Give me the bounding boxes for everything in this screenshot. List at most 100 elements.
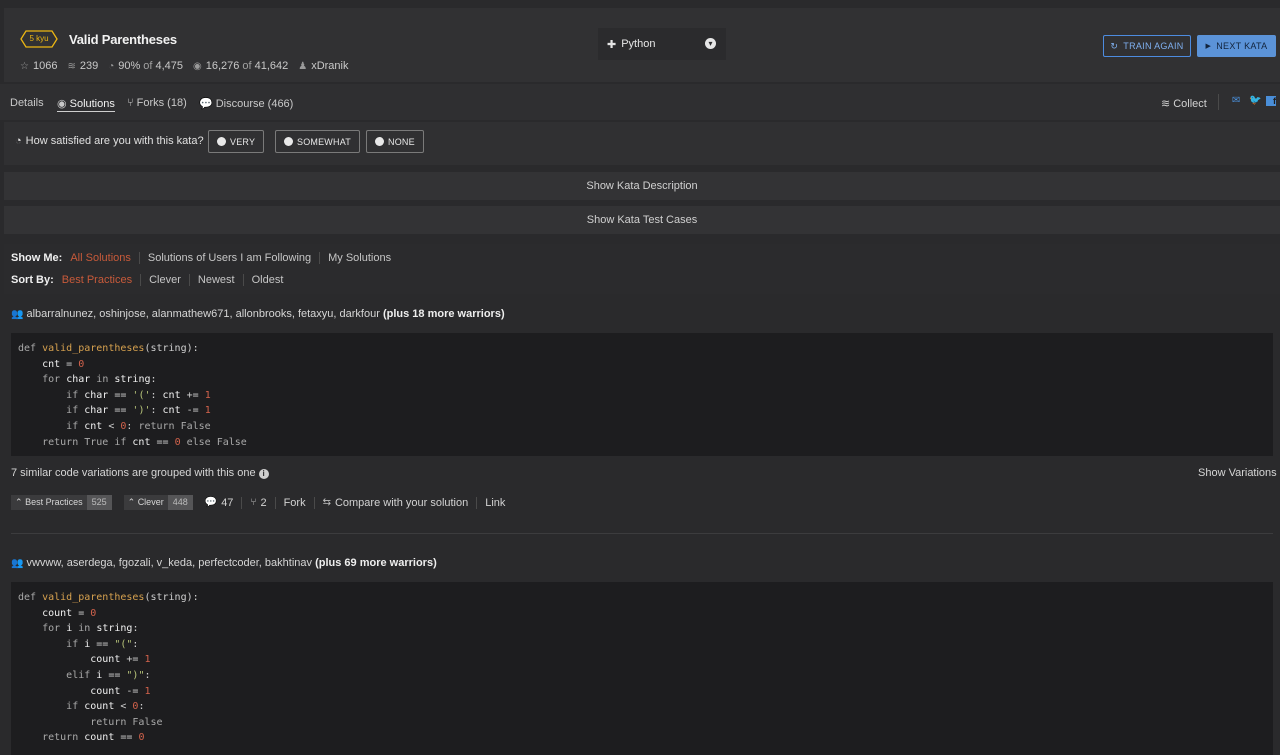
best-practices-count: 525 (86, 495, 112, 510)
sort-best-practices[interactable]: Best Practices (62, 274, 140, 286)
completion-stat: ◉ 16,276 of 41,642 (193, 60, 288, 72)
show-variations-link[interactable]: Show Variations (1198, 467, 1277, 479)
tab-solutions[interactable]: ◉ Solutions (57, 97, 115, 112)
language-select[interactable]: ✚ Python ▾ (598, 28, 726, 60)
of-label: of (143, 60, 153, 72)
kata-tabs: Details ◉ Solutions ⑂ Forks (18) 💬 Discours… (0, 84, 1280, 120)
collect-button[interactable]: ≋ Collect (1161, 97, 1207, 110)
forks-count: 2 (260, 496, 267, 509)
solution-filters: Show Me: All Solutions Solutions of User… (4, 244, 1280, 294)
collections-stat: ≋ 239 (67, 60, 98, 72)
fork-icon: ⑂ (127, 97, 134, 109)
compare-icon: ⇆ (322, 497, 331, 508)
kata-title[interactable]: Valid Parentheses (69, 32, 177, 47)
frown-icon (375, 137, 384, 146)
star-icon: ☆ (20, 60, 29, 72)
python-icon: ✚ (607, 38, 617, 51)
filter-my-solutions[interactable]: My Solutions (319, 252, 399, 264)
chevron-up-icon: ⌃ (127, 497, 136, 507)
author-stat: ♟ xDranik (298, 60, 348, 72)
solution-code: def valid_parentheses(string): count = 0… (11, 582, 1273, 755)
solution-authors: 👥 vwvww, aserdega, fgozali, v_keda, perfe… (11, 557, 437, 569)
of-label: of (242, 60, 252, 72)
clever-vote-button[interactable]: ⌃ Clever 448 (123, 495, 193, 510)
satisfaction-panel: ◔ How satisfied are you with this kata? V… (4, 122, 1280, 165)
similar-variations-note: 7 similar code variations are grouped wi… (11, 467, 269, 479)
target-icon: ◉ (193, 60, 202, 72)
play-icon: ▶ (1205, 43, 1212, 50)
vote-somewhat-label: SOMEWHAT (297, 136, 351, 147)
collect-label: Collect (1173, 98, 1207, 110)
comments-icon: 💬 (204, 497, 218, 508)
show-test-cases-bar[interactable]: Show Kata Test Cases (4, 206, 1280, 234)
tab-forks[interactable]: ⑂ Forks (18) (127, 97, 187, 109)
radio-icon: ◉ (57, 98, 67, 110)
layers-icon: ≋ (67, 60, 76, 72)
forks-link[interactable]: ⑂ 2 (241, 496, 274, 509)
stars-count: 1066 (32, 60, 58, 72)
show-me-label: Show Me: (11, 252, 63, 264)
best-practices-vote-button[interactable]: ⌃ Best Practices 525 (11, 495, 112, 510)
sort-newest[interactable]: Newest (188, 274, 243, 286)
sort-clever[interactable]: Clever (140, 274, 189, 286)
chevron-down-icon: ▾ (705, 38, 716, 49)
language-label: Python (621, 38, 656, 50)
facebook-icon[interactable]: f (1266, 96, 1276, 106)
vote-none-button[interactable]: NONE (366, 130, 424, 153)
next-kata-button[interactable]: ▶ NEXT KATA (1197, 35, 1276, 57)
vote-very-button[interactable]: VERY (208, 130, 265, 153)
tab-details[interactable]: Details (10, 97, 44, 109)
authors-list[interactable]: albarralnunez, oshinjose, alanmathew671,… (26, 308, 379, 320)
next-kata-label: NEXT KATA (1216, 41, 1268, 51)
satisfaction-question: ◔ How satisfied are you with this kata? (15, 135, 204, 147)
solution-actions: ⌃ Best Practices 525 ⌃ Clever 448 💬 47 ⑂ 2 F… (11, 495, 513, 510)
compare-button[interactable]: ⇆ Compare with your solution (313, 496, 477, 509)
users-icon: 👥 (11, 558, 24, 569)
more-warriors: (plus 18 more warriors) (382, 308, 505, 320)
comments-count: 47 (221, 496, 234, 509)
vote-very-label: VERY (230, 136, 256, 147)
vote-somewhat-button[interactable]: SOMEWHAT (275, 130, 360, 153)
twitter-icon[interactable]: 🐦 (1249, 96, 1261, 106)
sort-oldest[interactable]: Oldest (242, 274, 292, 286)
comments-link[interactable]: 💬 47 (205, 497, 242, 509)
sort-by-label: Sort By: (11, 274, 54, 286)
clever-count: 448 (167, 495, 193, 510)
collections-count: 239 (79, 60, 99, 72)
train-again-button[interactable]: ↻ TRAIN AGAIN (1103, 35, 1191, 57)
info-icon[interactable]: i (258, 469, 269, 479)
email-icon[interactable]: ✉ (1232, 96, 1243, 106)
user-icon: ♟ (298, 60, 308, 72)
author-name[interactable]: xDranik (311, 60, 348, 72)
solution-authors: 👥 albarralnunez, oshinjose, alanmathew671… (11, 308, 505, 320)
vote-none-label: NONE (388, 136, 415, 147)
best-practices-label: Best Practices (25, 497, 83, 507)
solution-divider (11, 533, 1273, 534)
rank-badge: 5 kyu (20, 30, 58, 48)
satisfaction-percent: 90% (118, 60, 141, 72)
fork-button[interactable]: Fork (274, 496, 314, 509)
sort-by-row: Sort By: Best Practices Clever Newest Ol… (11, 274, 291, 286)
tab-discourse-label: Discourse (466) (215, 98, 294, 110)
completed-count: 16,276 (205, 60, 240, 72)
satisfaction-votes: 4,475 (155, 60, 183, 72)
eye-icon: ◔ (108, 60, 115, 72)
compare-label: Compare with your solution (334, 496, 469, 509)
stars-stat: ☆ 1066 (20, 60, 57, 72)
tab-discourse[interactable]: 💬 Discourse (466) (199, 97, 293, 110)
authors-list[interactable]: vwvww, aserdega, fgozali, v_keda, perfec… (26, 557, 312, 569)
show-description-bar[interactable]: Show Kata Description (4, 172, 1280, 200)
show-me-row: Show Me: All Solutions Solutions of User… (11, 252, 399, 264)
satisfaction-stat: ◔ 90% of 4,475 (108, 60, 183, 72)
similar-variations-text: 7 similar code variations are grouped wi… (11, 467, 256, 479)
attempts-count: 41,642 (254, 60, 289, 72)
rank-label: 5 kyu (29, 34, 49, 43)
train-again-label: TRAIN AGAIN (1123, 41, 1184, 51)
eye-icon: ◔ (15, 135, 22, 147)
filter-following[interactable]: Solutions of Users I am Following (138, 252, 319, 264)
satisfaction-question-text: How satisfied are you with this kata? (25, 135, 204, 147)
link-button[interactable]: Link (476, 496, 513, 509)
smile-icon (217, 137, 226, 146)
filter-all-solutions[interactable]: All Solutions (70, 252, 139, 264)
clever-label: Clever (137, 497, 164, 507)
